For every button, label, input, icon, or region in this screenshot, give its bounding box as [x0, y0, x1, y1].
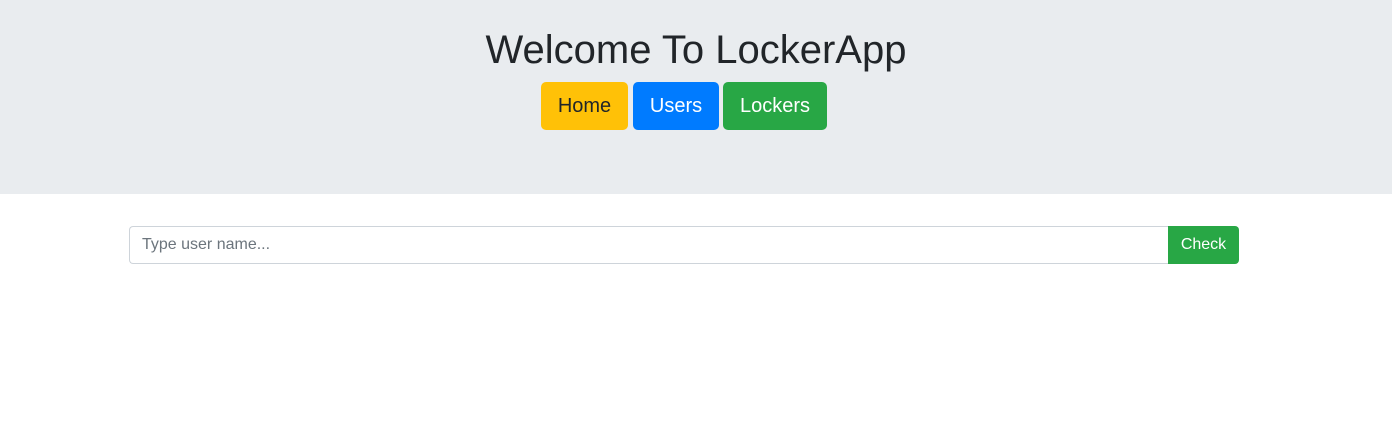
page-title: Welcome To LockerApp	[485, 28, 907, 72]
user-search-group: Check	[129, 226, 1239, 264]
header-banner: Welcome To LockerApp Home Users Lockers	[0, 0, 1392, 194]
check-button[interactable]: Check	[1168, 226, 1239, 264]
lockers-button[interactable]: Lockers	[723, 82, 827, 130]
home-button[interactable]: Home	[541, 82, 628, 130]
user-name-input[interactable]	[129, 226, 1169, 264]
users-button[interactable]: Users	[633, 82, 719, 130]
